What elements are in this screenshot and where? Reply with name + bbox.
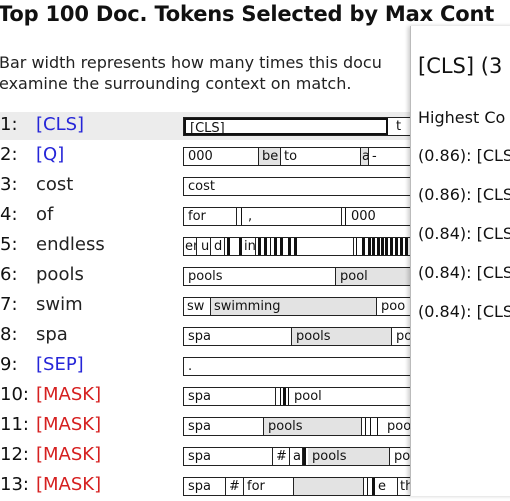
token-label[interactable]: [MASK] <box>36 474 101 495</box>
token-rank: 4: <box>0 204 18 225</box>
token-rank: 10: <box>0 384 29 405</box>
context-tick <box>362 238 365 255</box>
token-label[interactable]: of <box>36 204 53 225</box>
context-tick <box>370 418 371 435</box>
popup-match-item[interactable]: (0.86): [CLS <box>418 185 510 204</box>
context-segment[interactable]: spa <box>184 328 292 345</box>
context-tick <box>365 418 366 435</box>
token-rank: 12: <box>0 444 29 465</box>
context-segment[interactable]: a <box>290 448 303 465</box>
token-label[interactable]: swim <box>36 294 83 315</box>
context-segment[interactable]: pools <box>184 268 336 285</box>
context-segment[interactable]: pools <box>308 448 390 465</box>
context-segment[interactable]: e <box>376 478 398 495</box>
context-tick <box>283 388 286 405</box>
context-segment[interactable]: a <box>361 148 369 165</box>
context-tick <box>288 238 291 255</box>
popup-match-item[interactable]: (0.86): [CLS <box>418 146 510 165</box>
context-tick <box>241 208 242 225</box>
popup-match-item[interactable]: (0.84): [CLS <box>418 302 510 321</box>
context-tick <box>294 238 297 255</box>
token-rank: 9: <box>0 354 18 375</box>
context-segment[interactable]: for <box>244 478 294 495</box>
context-tick <box>377 418 378 435</box>
token-label[interactable]: cost <box>36 174 73 195</box>
popup-match-item[interactable]: (0.84): [CLS <box>418 263 510 282</box>
context-segment[interactable]: spa <box>184 478 226 495</box>
context-segment[interactable]: swimming <box>211 298 377 315</box>
context-tick <box>400 238 403 255</box>
token-detail-popup[interactable]: [CLS] (3 Highest Co (0.86): [CLS (0.86):… <box>410 26 510 496</box>
page-description: Bar width represents how many times this… <box>0 53 382 93</box>
context-segment[interactable]: u <box>197 238 211 255</box>
context-tick <box>303 448 306 465</box>
context-tick <box>264 238 267 255</box>
context-segment[interactable]: , <box>244 208 342 225</box>
context-tick <box>258 238 261 255</box>
context-segment[interactable]: pools <box>264 418 362 435</box>
token-rank: 1: <box>0 114 18 135</box>
context-tick <box>270 238 271 255</box>
context-tick <box>372 238 375 255</box>
context-segment[interactable]: spa <box>184 388 276 405</box>
token-label[interactable]: pools <box>36 264 84 285</box>
token-label[interactable]: [MASK] <box>36 414 101 435</box>
token-rank: 2: <box>0 144 18 165</box>
context-segment[interactable]: 000 <box>184 148 259 165</box>
context-segment[interactable]: en <box>184 238 197 255</box>
token-rank: 11: <box>0 414 29 435</box>
context-tick <box>274 238 277 255</box>
popup-match-item[interactable]: (0.84): [CLS <box>418 224 510 243</box>
token-rank: 3: <box>0 174 18 195</box>
context-tick <box>395 238 398 255</box>
token-label[interactable]: [MASK] <box>36 384 101 405</box>
context-segment[interactable]: ing <box>242 238 256 255</box>
context-tick <box>367 478 368 495</box>
token-rank: 13: <box>0 474 29 495</box>
token-label[interactable]: [Q] <box>36 144 64 165</box>
context-tick <box>377 238 380 255</box>
popup-title: [CLS] (3 <box>418 54 503 78</box>
context-segment[interactable]: for <box>184 208 237 225</box>
context-segment[interactable]: pools <box>292 328 392 345</box>
context-segment[interactable]: d <box>211 238 225 255</box>
token-label[interactable]: spa <box>36 324 68 345</box>
token-label[interactable]: endless <box>36 234 105 255</box>
context-segment[interactable]: spa <box>184 418 264 435</box>
context-tick <box>280 388 281 405</box>
context-segment[interactable]: to <box>281 148 361 165</box>
page-title: Top 100 Doc. Tokens Selected by Max Cont <box>0 2 495 26</box>
context-tick <box>288 388 289 405</box>
context-tick <box>385 238 388 255</box>
token-rank: 6: <box>0 264 18 285</box>
context-segment[interactable] <box>298 238 354 255</box>
context-tick <box>372 478 375 495</box>
context-segment[interactable]: [CLS] <box>184 118 388 135</box>
token-label[interactable]: [SEP] <box>36 354 84 375</box>
context-tick <box>405 238 408 255</box>
token-rank: 8: <box>0 324 18 345</box>
context-tick <box>390 238 393 255</box>
popup-subtitle: Highest Co <box>418 108 506 127</box>
token-rank: 7: <box>0 294 18 315</box>
context-tick <box>368 238 371 255</box>
context-segment[interactable]: be <box>259 148 281 165</box>
context-segment[interactable] <box>294 478 364 495</box>
context-segment[interactable]: # <box>273 448 290 465</box>
context-segment[interactable]: spa <box>184 448 273 465</box>
token-label[interactable]: [CLS] <box>36 114 84 135</box>
context-segment[interactable]: t <box>392 118 412 135</box>
token-label[interactable]: [MASK] <box>36 444 101 465</box>
context-segment[interactable]: # <box>226 478 244 495</box>
context-tick <box>227 238 230 255</box>
context-segment[interactable]: sw <box>184 298 211 315</box>
context-tick <box>345 208 346 225</box>
context-tick <box>356 238 357 255</box>
context-tick <box>280 238 283 255</box>
token-rank: 5: <box>0 234 18 255</box>
context-tick <box>381 238 384 255</box>
